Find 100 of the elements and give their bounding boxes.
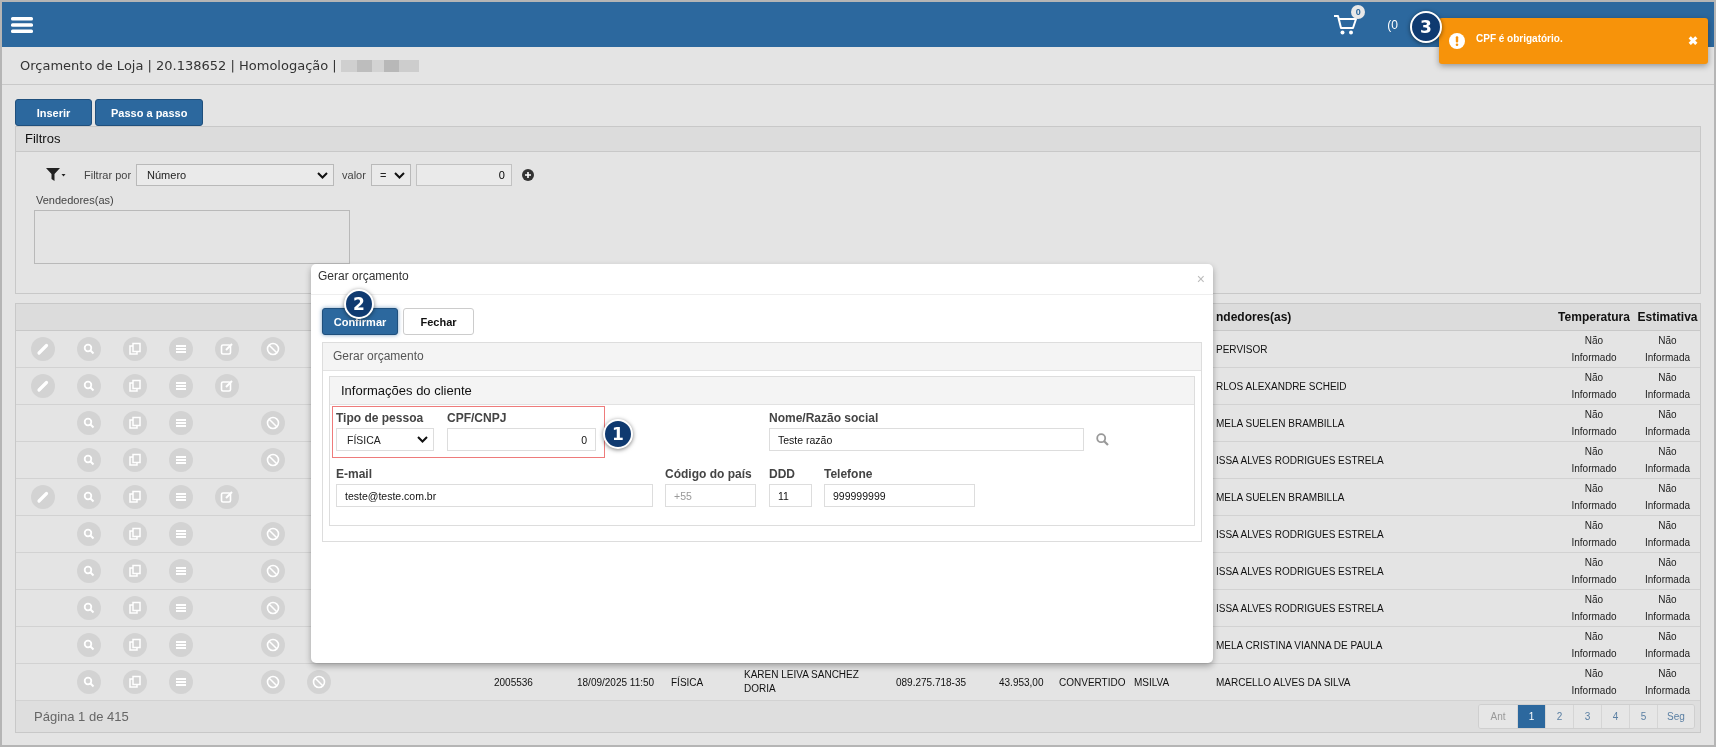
copy-icon[interactable] xyxy=(123,559,147,583)
prohibited-icon[interactable] xyxy=(261,633,285,657)
table-cell-text: Não Informada xyxy=(1644,630,1691,661)
page-link[interactable]: 3 xyxy=(1573,705,1601,728)
edit-icon[interactable] xyxy=(215,374,239,398)
chevron-down-icon xyxy=(393,171,405,179)
copy-icon[interactable] xyxy=(123,337,147,361)
copy-icon[interactable] xyxy=(123,596,147,620)
search-icon[interactable] xyxy=(77,485,101,509)
document-field[interactable]: 0 xyxy=(447,428,596,451)
list-icon[interactable] xyxy=(169,448,193,472)
email-field[interactable]: teste@teste.com.br xyxy=(336,484,653,507)
page-link[interactable]: 5 xyxy=(1629,705,1657,728)
person-type-select[interactable]: FÍSICA xyxy=(336,428,434,451)
step-number-badge: 1 xyxy=(603,419,633,449)
page-link[interactable]: 4 xyxy=(1601,705,1629,728)
search-icon[interactable] xyxy=(77,559,101,583)
copy-icon[interactable] xyxy=(123,633,147,657)
search-icon[interactable] xyxy=(77,522,101,546)
area-code-field[interactable]: 11 xyxy=(769,484,812,507)
add-icon[interactable] xyxy=(521,169,534,181)
prohibited-icon[interactable] xyxy=(261,337,285,361)
pencil-icon[interactable] xyxy=(31,374,55,398)
list-icon[interactable] xyxy=(169,337,193,361)
cart-count-badge: 0 xyxy=(1351,4,1366,19)
page-link[interactable]: 1 xyxy=(1517,705,1545,728)
search-icon[interactable] xyxy=(77,411,101,435)
search-icon[interactable] xyxy=(77,448,101,472)
section-header: Informações do cliente xyxy=(330,377,1194,405)
prohibited-icon[interactable] xyxy=(261,522,285,546)
table-cell-text: Não Informada xyxy=(1644,482,1691,513)
table-cell-text: Não Informada xyxy=(1644,556,1691,587)
prohibited-icon[interactable] xyxy=(261,596,285,620)
phone-field[interactable]: 999999999 xyxy=(824,484,975,507)
copy-icon[interactable] xyxy=(123,485,147,509)
copy-icon[interactable] xyxy=(123,670,147,694)
table-cell-text: ISSA ALVES RODRIGUES ESTRELA xyxy=(1215,565,1385,577)
name-field[interactable]: Teste razão xyxy=(769,428,1084,451)
table-cell-text: RLOS ALEXANDRE SCHEID xyxy=(1215,380,1348,392)
copy-icon[interactable] xyxy=(123,448,147,472)
table-cell-text: Não Informado xyxy=(1570,556,1618,587)
search-icon[interactable] xyxy=(77,633,101,657)
pencil-icon[interactable] xyxy=(31,485,55,509)
action-button[interactable]: Passo a passo xyxy=(95,99,204,126)
page-link[interactable]: Seg xyxy=(1657,705,1694,728)
dialog-title: Gerar orçamento xyxy=(318,269,409,283)
list-icon[interactable] xyxy=(169,596,193,620)
table-cell-text: MARCELLO ALVES DA SILVA xyxy=(1215,676,1352,688)
list-icon[interactable] xyxy=(169,670,193,694)
search-icon[interactable] xyxy=(77,596,101,620)
column-header: Temperatura xyxy=(1557,310,1631,324)
table-cell-text: KAREN LEIVA SANCHEZ DORIA xyxy=(744,668,860,696)
country-code-field[interactable]: +55 xyxy=(665,484,756,507)
prohibited-icon[interactable] xyxy=(261,448,285,472)
panel-header: Filtros xyxy=(16,127,1700,152)
menu-icon[interactable] xyxy=(11,16,33,33)
pencil-icon[interactable] xyxy=(31,337,55,361)
table-cell-text: ISSA ALVES RODRIGUES ESTRELA xyxy=(1215,528,1385,540)
search-icon[interactable] xyxy=(1096,433,1109,446)
table-cell-text: Não Informado xyxy=(1570,408,1618,439)
table-cell-text: Não Informado xyxy=(1570,667,1618,698)
search-icon[interactable] xyxy=(77,670,101,694)
list-icon[interactable] xyxy=(169,559,193,583)
list-icon[interactable] xyxy=(169,411,193,435)
edit-icon[interactable] xyxy=(215,337,239,361)
list-icon[interactable] xyxy=(169,633,193,657)
prohibited-icon[interactable] xyxy=(261,411,285,435)
value-field[interactable]: 0 xyxy=(415,164,512,186)
filter-icon[interactable] xyxy=(46,168,66,182)
page-link[interactable]: 2 xyxy=(1545,705,1573,728)
copy-icon[interactable] xyxy=(123,411,147,435)
column-header: Estimativa xyxy=(1637,310,1698,324)
prohibited-icon[interactable] xyxy=(307,670,331,694)
page-title: Orçamento de Loja | 20.138652 | Homologação | xyxy=(20,58,337,73)
table-cell-text: Não Informado xyxy=(1570,482,1618,513)
step-number-badge: 2 xyxy=(344,289,374,319)
sellers-field[interactable] xyxy=(34,210,350,264)
list-icon[interactable] xyxy=(169,374,193,398)
table-cell-text: Não Informada xyxy=(1644,593,1691,624)
toast-message: CPF é obrigatório. xyxy=(1476,32,1563,44)
filter-by-select[interactable]: Número xyxy=(136,164,335,186)
search-icon[interactable] xyxy=(77,337,101,361)
table-cell-text: 2005536 xyxy=(494,676,534,688)
cart-icon[interactable] xyxy=(1333,13,1358,36)
list-icon[interactable] xyxy=(169,485,193,509)
table-cell-text: 43.953,00 xyxy=(999,676,1045,688)
field-label: Telefone xyxy=(824,467,874,481)
table-cell-text: Não Informado xyxy=(1570,593,1618,624)
prohibited-icon[interactable] xyxy=(261,670,285,694)
prohibited-icon[interactable] xyxy=(261,559,285,583)
copy-icon[interactable] xyxy=(123,374,147,398)
list-icon[interactable] xyxy=(169,522,193,546)
close-dialog-button[interactable]: Fechar xyxy=(403,308,474,335)
copy-icon[interactable] xyxy=(123,522,147,546)
search-icon[interactable] xyxy=(77,374,101,398)
table-cell-text: MELA CRISTINA VIANNA DE PAULA xyxy=(1215,639,1384,651)
action-button[interactable]: Inserir xyxy=(15,99,92,126)
edit-icon[interactable] xyxy=(215,485,239,509)
table-cell-text: Não Informado xyxy=(1570,371,1618,402)
operator-select[interactable]: = xyxy=(370,164,411,186)
